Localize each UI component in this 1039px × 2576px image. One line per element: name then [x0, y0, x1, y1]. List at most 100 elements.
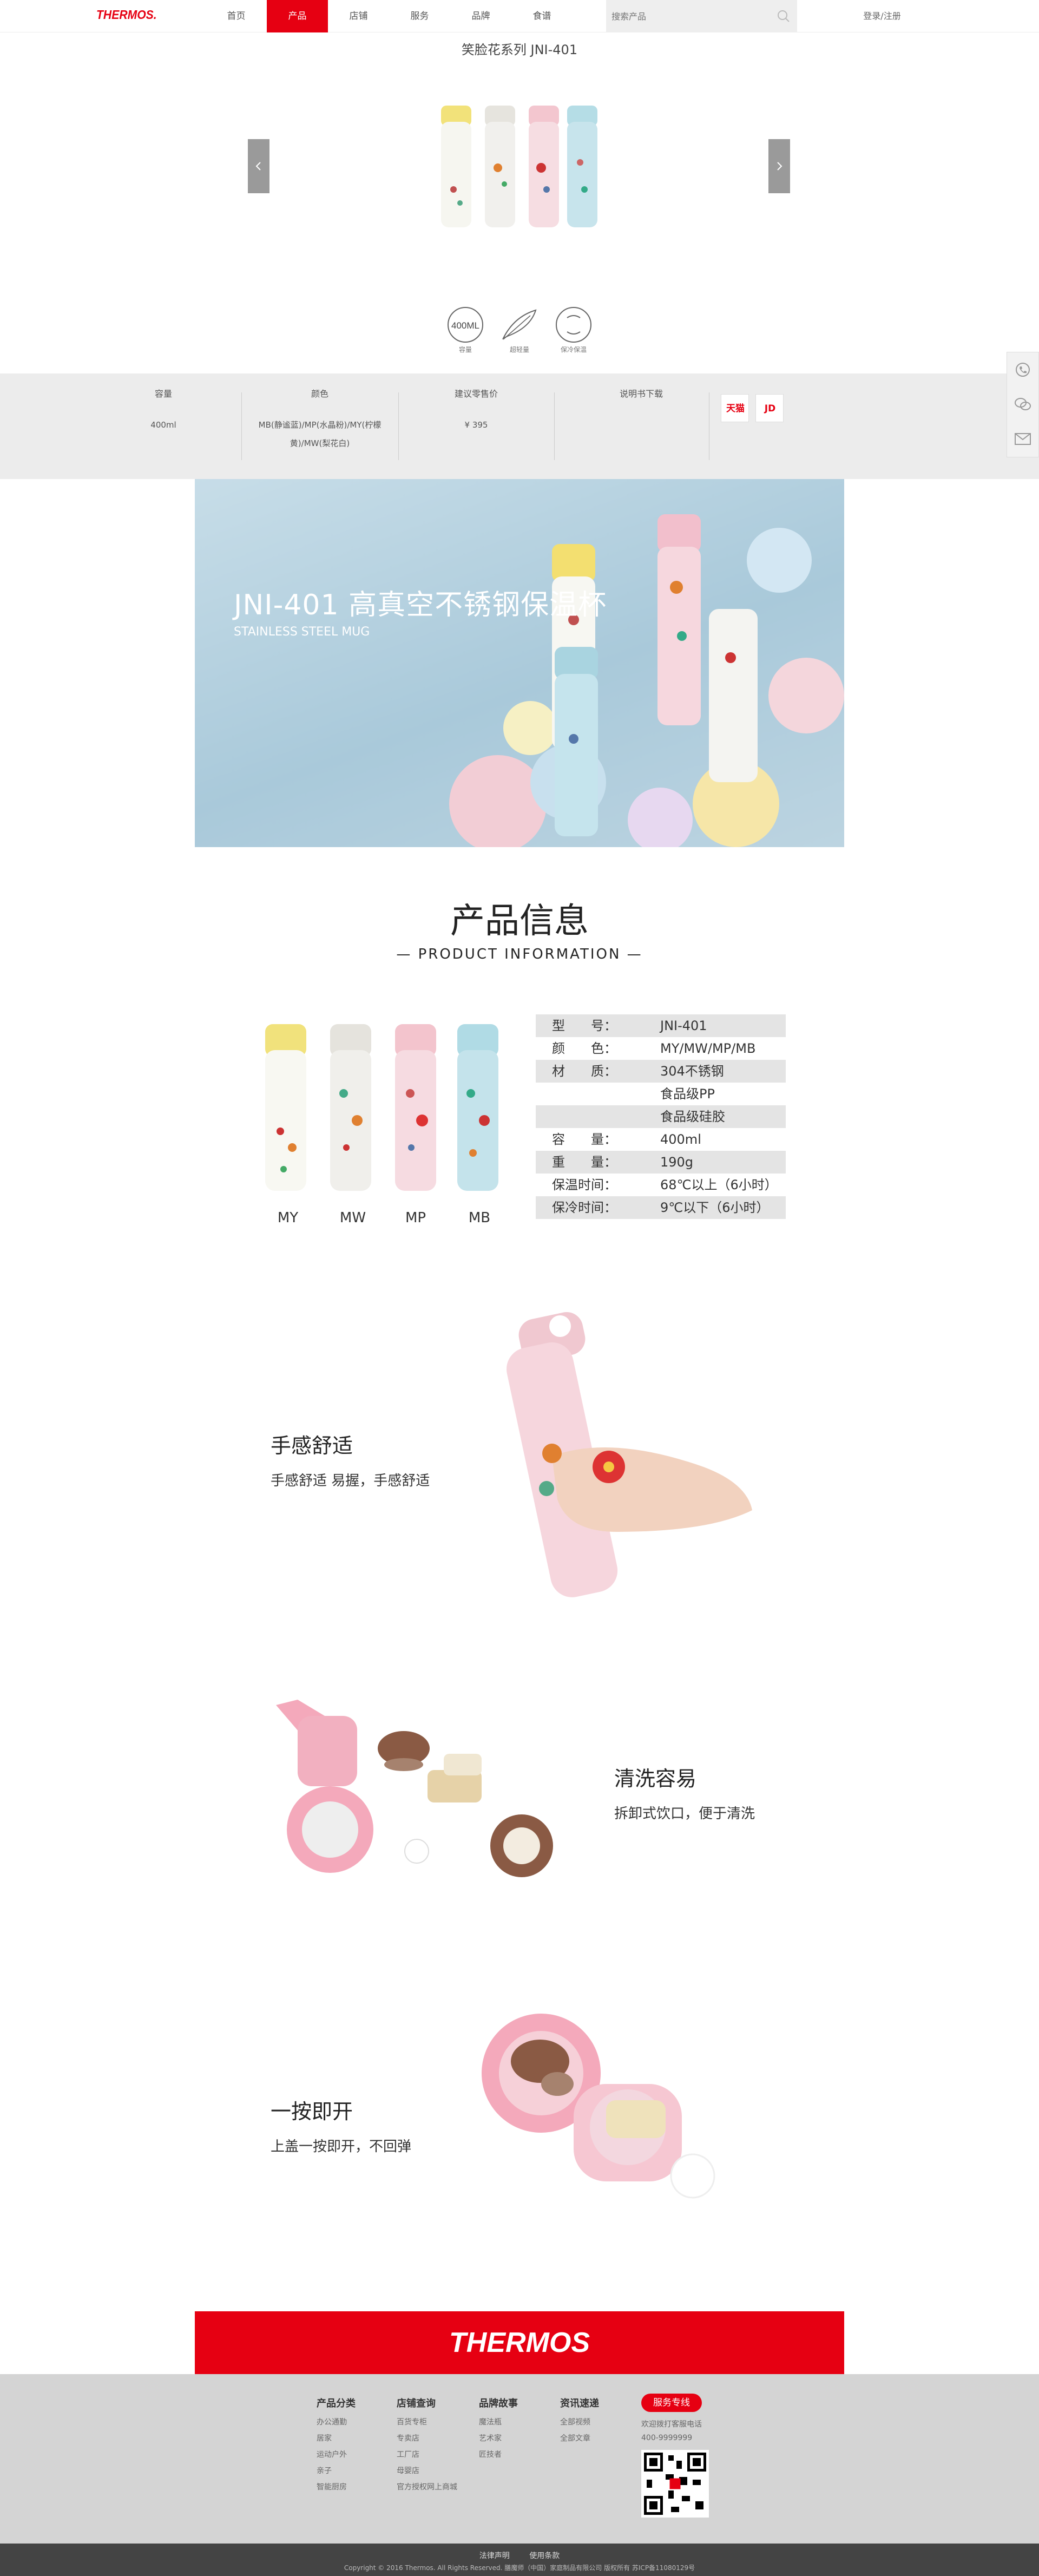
table-row: 材 质： 304不锈钢 [536, 1060, 786, 1083]
legal-notice-link[interactable]: 法律声明 [479, 2552, 510, 2560]
table-row: 食品级硅胶 [536, 1105, 786, 1128]
feature-1-title: 手感舒适 [271, 1434, 353, 1458]
footer-link[interactable]: 百货专柜 [397, 2414, 472, 2430]
footer-link[interactable]: 办公通勤 [317, 2414, 392, 2430]
qr-code-icon [641, 2450, 709, 2518]
hotline-badge: 服务专线 [641, 2394, 702, 2412]
nav-service[interactable]: 服务 [389, 0, 450, 32]
feature-3-title: 一按即开 [271, 2100, 353, 2123]
table-row: 保温时间： 68℃以上（6小时） [552, 1177, 778, 1192]
feature-3-image [482, 2014, 715, 2199]
side-toolbar [1007, 352, 1039, 457]
capacity-spec: 400ML 容量 [444, 306, 487, 360]
footer-link[interactable]: 工厂店 [397, 2447, 472, 2463]
feature-icon-row: 400ML 容量 超轻量 保冷保温 [444, 306, 606, 360]
hotline-number: 400-9999999 [641, 2434, 693, 2442]
feather-icon [502, 309, 537, 340]
feature-2-image [276, 1700, 553, 1877]
feature-1-desc: 手感舒适 易握，手感舒适 [271, 1473, 430, 1489]
thermal-spec: 保冷保温 [552, 306, 595, 360]
color-variants-image [265, 1024, 498, 1191]
spec-capacity: 容量 400ml [150, 389, 176, 430]
color-label-mb: MB [468, 1210, 491, 1226]
footer-link[interactable]: 全部视频 [560, 2414, 636, 2430]
nav-stores[interactable]: 店铺 [328, 0, 389, 32]
nav-brand[interactable]: 品牌 [450, 0, 511, 32]
table-row: 保冷时间： 9℃以下（6小时） [536, 1196, 786, 1219]
copyright-text: Copyright © 2016 Thermos. All Rights Res… [344, 2564, 695, 2572]
spec-table: 型 号： JNI-401 颜 色： MY/MW/MP/MB 材 质： 304不锈钢 食… [536, 1014, 786, 1219]
footer-link[interactable]: 匠技者 [479, 2447, 555, 2463]
legal-links: 法律声明 使用条款 [0, 2550, 1039, 2561]
search-input[interactable] [606, 0, 768, 32]
nav-recipes[interactable]: 食谱 [511, 0, 573, 32]
terms-of-use-link[interactable]: 使用条款 [529, 2552, 560, 2560]
color-label-mp: MP [405, 1210, 426, 1226]
carousel-prev-button[interactable] [248, 139, 269, 193]
lightweight-spec: 超轻量 [498, 306, 541, 360]
feature-2-title: 清洗容易 [614, 1767, 697, 1791]
carousel-next-button[interactable] [768, 139, 790, 193]
table-row: 食品级PP [660, 1086, 715, 1102]
footer-link[interactable]: 母婴店 [397, 2463, 472, 2479]
footer-column-stores: 店铺查询 百货专柜 专卖店 工厂店 母婴店 官方授权网上商城 [397, 2396, 472, 2495]
footer-link[interactable]: 魔法瓶 [479, 2414, 555, 2430]
footer-link[interactable]: 专卖店 [397, 2430, 472, 2447]
banner-bottles-image [449, 514, 844, 847]
footer: 产品分类 办公通勤 居家 运动户外 亲子 智能厨房 店铺查询 百货专柜 专卖店 … [0, 2374, 1039, 2544]
info-subtitle: — PRODUCT INFORMATION — [396, 946, 643, 962]
tmall-shop-link[interactable]: 天猫 [721, 394, 749, 422]
divider [398, 392, 399, 460]
main-nav: 首页 产品 店铺 服务 品牌 食谱 [206, 0, 573, 32]
product-preview-image [441, 106, 597, 227]
info-title: 产品信息 [450, 901, 589, 941]
login-register-link[interactable]: 登录/注册 [850, 0, 915, 32]
footer-brand-band: THERMOS [195, 2311, 844, 2374]
footer-link[interactable]: 全部文章 [560, 2430, 636, 2447]
thermos-logo[interactable]: THERMOS. [96, 8, 157, 22]
capacity-icon: 400ML [448, 307, 483, 343]
color-label-mw: MW [339, 1210, 366, 1226]
nav-home[interactable]: 首页 [206, 0, 267, 32]
jd-shop-link[interactable]: JD [755, 394, 784, 422]
footer-link[interactable]: 艺术家 [479, 2430, 555, 2447]
wechat-icon[interactable] [1007, 387, 1038, 422]
spec-bar: 容量 400ml 颜色 MB(静谧蓝)/MP(水晶粉)/MY(柠檬 黄)/MW(… [0, 373, 1039, 479]
chevron-right-icon [777, 162, 782, 171]
footer-column-news: 资讯速递 全部视频 全部文章 [560, 2396, 636, 2447]
hero-banner: JNI-401 高真空不锈钢保温杯 STAINLESS STEEL MUG [195, 479, 844, 847]
footer-column-products: 产品分类 办公通勤 居家 运动户外 亲子 智能厨房 [317, 2396, 392, 2495]
feature-1-image [507, 1312, 752, 1597]
hotline-text: 欢迎拨打客服电话 [641, 2420, 702, 2429]
phone-icon[interactable] [1007, 352, 1038, 387]
top-header: THERMOS. 首页 产品 店铺 服务 品牌 食谱 登录/注册 [0, 0, 1039, 32]
footer-link[interactable]: 居家 [317, 2430, 392, 2447]
footer-column-brand: 品牌故事 魔法瓶 艺术家 匠技者 [479, 2396, 555, 2463]
footer-link[interactable]: 运动户外 [317, 2447, 392, 2463]
chevron-left-icon [255, 162, 261, 171]
manual-download-link[interactable]: 说明书下载 [582, 390, 701, 420]
table-row: 型 号： JNI-401 [536, 1014, 786, 1037]
color-label-my: MY [277, 1210, 299, 1226]
banner-title: JNI-401 高真空不锈钢保温杯 [234, 589, 607, 621]
footer-link[interactable]: 亲子 [317, 2463, 392, 2479]
bottom-bar: 法律声明 使用条款 Copyright © 2016 Thermos. All … [0, 2544, 1039, 2576]
feature-3-desc: 上盖一按即开，不回弹 [271, 2139, 412, 2155]
mail-icon[interactable] [1007, 422, 1038, 456]
search-box [606, 0, 797, 32]
banner-subtitle: STAINLESS STEEL MUG [234, 625, 370, 639]
divider [554, 392, 555, 460]
footer-logo[interactable]: THERMOS [195, 2326, 844, 2359]
table-row: 重 量： 190g [536, 1151, 786, 1174]
footer-link[interactable]: 官方授权网上商城 [397, 2479, 472, 2495]
thermo-icon [556, 307, 591, 343]
product-title: 笑脸花系列 JNI-401 [461, 42, 578, 57]
feature-2-desc: 拆卸式饮口，便于清洗 [614, 1806, 755, 1822]
table-row: 容 量： 400ml [552, 1132, 701, 1147]
search-icon[interactable] [775, 8, 792, 24]
spec-color: 颜色 MB(静谧蓝)/MP(水晶粉)/MY(柠檬 黄)/MW(梨花白) [258, 389, 382, 449]
footer-link[interactable]: 智能厨房 [317, 2479, 392, 2495]
svg-text:400ML: 400ML [451, 320, 479, 331]
nav-products[interactable]: 产品 [267, 0, 328, 32]
table-row: 颜 色： MY/MW/MP/MB [552, 1041, 756, 1056]
